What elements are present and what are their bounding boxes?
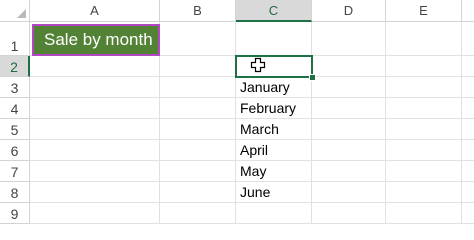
- excel-cross-cursor-icon: [250, 57, 266, 73]
- cell-d8[interactable]: [312, 182, 386, 203]
- cell-f7[interactable]: [462, 161, 474, 182]
- cell-d3[interactable]: [312, 77, 386, 98]
- cell-a7[interactable]: [30, 161, 160, 182]
- column-header-c[interactable]: C: [236, 0, 312, 22]
- cell-e6[interactable]: [386, 140, 462, 161]
- cell-f2[interactable]: [462, 56, 474, 77]
- cell-c8[interactable]: June: [236, 182, 312, 203]
- cell-c6[interactable]: April: [236, 140, 312, 161]
- cell-c3[interactable]: January: [236, 77, 312, 98]
- cell-b5[interactable]: [160, 119, 236, 140]
- cell-e7[interactable]: [386, 161, 462, 182]
- row-header-1[interactable]: 1: [0, 22, 30, 56]
- row-header-9[interactable]: 9: [0, 203, 30, 224]
- cell-c4[interactable]: February: [236, 98, 312, 119]
- fill-handle[interactable]: [309, 74, 316, 81]
- row-header-6[interactable]: 6: [0, 140, 30, 161]
- cell-c9[interactable]: [236, 203, 312, 224]
- cell-f1[interactable]: [462, 22, 474, 56]
- cell-a2[interactable]: [30, 56, 160, 77]
- cell-c1[interactable]: [236, 22, 312, 56]
- cell-b7[interactable]: [160, 161, 236, 182]
- cell-a8[interactable]: [30, 182, 160, 203]
- cell-d1[interactable]: [312, 22, 386, 56]
- spreadsheet-grid: A B C D E 1 2 3 4 5 6 7 8 9 Sale by mont…: [0, 0, 474, 224]
- row-header-8[interactable]: 8: [0, 182, 30, 203]
- cell-a1[interactable]: Sale by month: [32, 24, 160, 56]
- column-header-b[interactable]: B: [160, 0, 236, 22]
- cell-d7[interactable]: [312, 161, 386, 182]
- cell-e8[interactable]: [386, 182, 462, 203]
- cell-f5[interactable]: [462, 119, 474, 140]
- cell-d9[interactable]: [312, 203, 386, 224]
- cell-f6[interactable]: [462, 140, 474, 161]
- cell-f3[interactable]: [462, 77, 474, 98]
- cell-b4[interactable]: [160, 98, 236, 119]
- cell-b3[interactable]: [160, 77, 236, 98]
- row-header-5[interactable]: 5: [0, 119, 30, 140]
- cell-e3[interactable]: [386, 77, 462, 98]
- select-all-triangle-icon: [17, 9, 26, 18]
- cell-c7[interactable]: May: [236, 161, 312, 182]
- row-header-4[interactable]: 4: [0, 98, 30, 119]
- cell-f9[interactable]: [462, 203, 474, 224]
- cell-e4[interactable]: [386, 98, 462, 119]
- cell-b1[interactable]: [160, 22, 236, 56]
- row-header-7[interactable]: 7: [0, 161, 30, 182]
- cell-b6[interactable]: [160, 140, 236, 161]
- row-header-2[interactable]: 2: [0, 56, 30, 77]
- column-header-a[interactable]: A: [30, 0, 160, 22]
- row-header-3[interactable]: 3: [0, 77, 30, 98]
- column-header-d[interactable]: D: [312, 0, 386, 22]
- cell-c2[interactable]: [236, 56, 312, 77]
- cell-b9[interactable]: [160, 203, 236, 224]
- cell-f8[interactable]: [462, 182, 474, 203]
- cell-d2[interactable]: [312, 56, 386, 77]
- cell-a5[interactable]: [30, 119, 160, 140]
- cell-a9[interactable]: [30, 203, 160, 224]
- cell-a6[interactable]: [30, 140, 160, 161]
- cell-a3[interactable]: [30, 77, 160, 98]
- column-header-e[interactable]: E: [386, 0, 462, 22]
- cell-b8[interactable]: [160, 182, 236, 203]
- cell-e9[interactable]: [386, 203, 462, 224]
- column-header-f-partial[interactable]: [462, 0, 474, 22]
- cell-d4[interactable]: [312, 98, 386, 119]
- cell-c5[interactable]: March: [236, 119, 312, 140]
- cell-f4[interactable]: [462, 98, 474, 119]
- cell-d6[interactable]: [312, 140, 386, 161]
- cell-e2[interactable]: [386, 56, 462, 77]
- cell-a4[interactable]: [30, 98, 160, 119]
- cell-b2[interactable]: [160, 56, 236, 77]
- select-all-corner[interactable]: [0, 0, 30, 22]
- cell-d5[interactable]: [312, 119, 386, 140]
- cell-e1[interactable]: [386, 22, 462, 56]
- cell-e5[interactable]: [386, 119, 462, 140]
